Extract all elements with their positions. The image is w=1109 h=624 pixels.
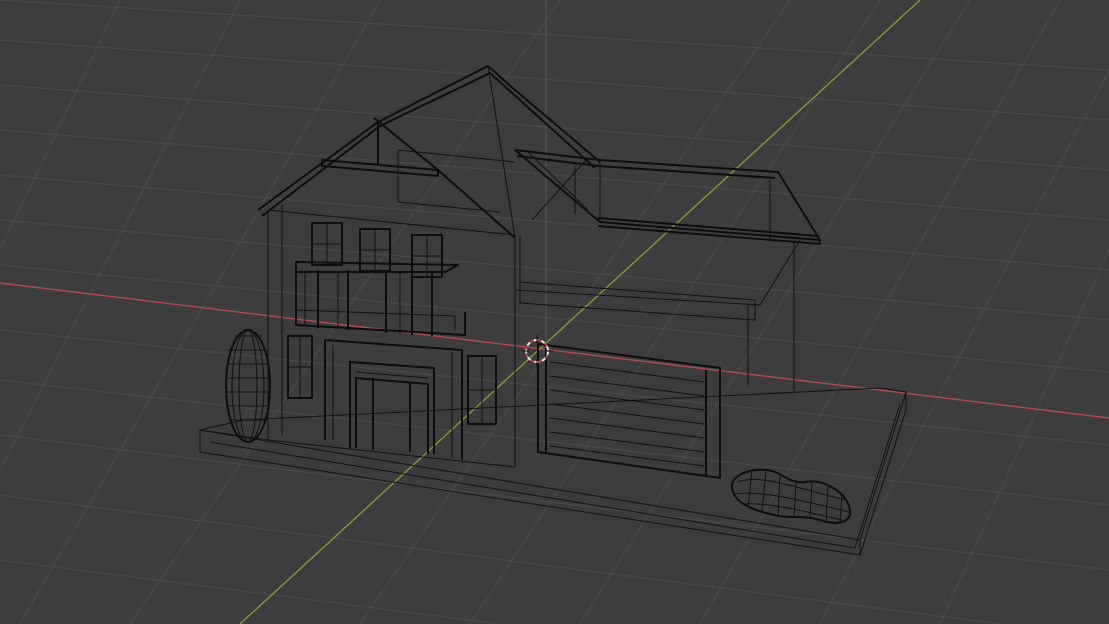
3d-viewport[interactable] xyxy=(0,0,1109,624)
viewport-background xyxy=(0,0,1109,624)
